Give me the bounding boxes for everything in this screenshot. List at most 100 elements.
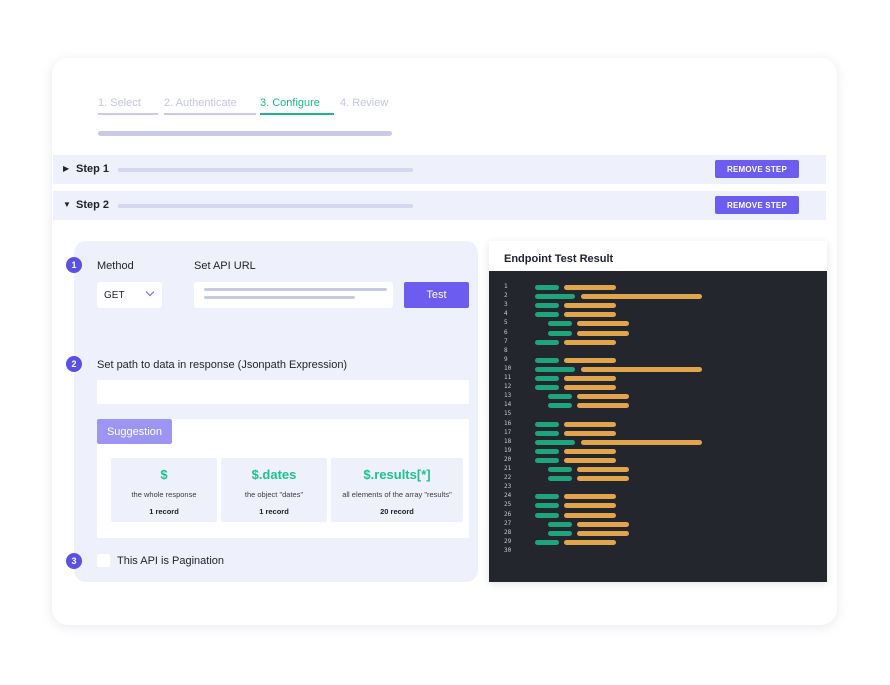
suggestion-card[interactable]: $.results[*] all elements of the array "… xyxy=(331,458,463,522)
code-line: 23 xyxy=(489,483,827,491)
code-value-placeholder xyxy=(581,366,702,372)
tab-authenticate[interactable]: 2. Authenticate xyxy=(164,97,256,115)
code-key-placeholder xyxy=(535,503,559,509)
code-key-placeholder xyxy=(548,321,572,327)
suggestion-expression: $.dates xyxy=(251,467,297,482)
api-url-input[interactable] xyxy=(194,282,393,308)
suggestion-expression: $.results[*] xyxy=(363,467,431,482)
suggestion-record-count: 20 record xyxy=(380,507,414,516)
suggestion-expression: $ xyxy=(160,467,168,482)
line-number: 19 xyxy=(504,446,512,454)
endpoint-result-title: Endpoint Test Result xyxy=(504,253,614,265)
remove-step-button[interactable]: REMOVE STEP xyxy=(715,196,799,214)
code-key-placeholder xyxy=(535,430,559,436)
code-value-placeholder xyxy=(564,285,616,290)
code-line: 4 xyxy=(489,310,827,318)
pagination-label: This API is Pagination xyxy=(117,555,225,567)
code-key-placeholder xyxy=(535,439,575,445)
jsonpath-input[interactable] xyxy=(97,380,469,404)
code-line: 8 xyxy=(489,347,827,355)
caret-down-icon: ▼ xyxy=(63,200,71,209)
step-2-header[interactable]: ▼ Step 2 REMOVE STEP xyxy=(53,191,826,220)
code-value-placeholder xyxy=(564,430,616,436)
line-number: 16 xyxy=(504,419,512,427)
line-number: 17 xyxy=(504,428,512,436)
line-number: 22 xyxy=(504,474,512,482)
code-line: 20 xyxy=(489,456,827,464)
line-number: 28 xyxy=(504,528,512,536)
line-number: 11 xyxy=(504,374,512,381)
code-value-placeholder xyxy=(581,294,702,300)
line-number: 24 xyxy=(504,492,512,500)
section-number-badge: 1 xyxy=(66,257,82,273)
line-number: 13 xyxy=(504,392,512,400)
line-number: 3 xyxy=(504,301,508,309)
test-button[interactable]: Test xyxy=(404,282,469,308)
step-title: Step 1 xyxy=(76,163,110,175)
integration-card: 1. Select 2. Authenticate 3. Configure 4… xyxy=(52,58,837,625)
code-line: 14 xyxy=(489,401,827,409)
code-value-placeholder xyxy=(564,503,616,509)
code-value-placeholder xyxy=(577,321,629,327)
step-title: Step 2 xyxy=(76,199,110,211)
code-key-placeholder xyxy=(535,357,559,363)
suggestion-description: all elements of the array "results" xyxy=(342,490,452,499)
url-placeholder-line xyxy=(204,288,387,291)
code-line: 15 xyxy=(489,410,827,418)
line-number: 5 xyxy=(504,319,508,327)
suggestion-record-count: 1 record xyxy=(149,507,179,516)
code-line: 9 xyxy=(489,355,827,364)
step-1-header[interactable]: ▶ Step 1 REMOVE STEP xyxy=(53,155,826,184)
suggestion-card[interactable]: $.dates the object "dates" 1 record xyxy=(221,458,327,522)
code-line: 12 xyxy=(489,383,827,391)
code-value-placeholder xyxy=(564,448,616,454)
line-number: 29 xyxy=(504,537,512,545)
code-value-placeholder xyxy=(577,394,629,400)
config-panel: 1 Method Set API URL GET Test 2 Set path… xyxy=(66,241,478,582)
code-value-placeholder xyxy=(564,539,616,545)
code-line: 7 xyxy=(489,338,827,346)
code-line: 25 xyxy=(489,501,827,509)
remove-step-button[interactable]: REMOVE STEP xyxy=(715,160,799,178)
code-key-placeholder xyxy=(535,339,559,345)
endpoint-result-panel: Endpoint Test Result 1 2 3 4 5 6 7 8 9 10 11 12 13 14… xyxy=(489,241,827,582)
line-number: 4 xyxy=(504,310,508,318)
code-key-placeholder xyxy=(535,494,559,500)
code-value-placeholder xyxy=(564,357,616,363)
line-number: 25 xyxy=(504,501,512,509)
pagination-checkbox[interactable] xyxy=(97,554,110,567)
code-value-placeholder xyxy=(564,421,616,427)
code-line: 22 xyxy=(489,474,827,482)
code-key-placeholder xyxy=(548,403,572,409)
line-number: 9 xyxy=(504,355,508,363)
code-value-placeholder xyxy=(564,494,616,500)
code-line: 26 xyxy=(489,511,827,519)
code-line: 24 xyxy=(489,492,827,500)
code-key-placeholder xyxy=(535,385,559,391)
code-value-placeholder xyxy=(564,312,616,318)
code-value-placeholder xyxy=(564,512,616,518)
code-key-placeholder xyxy=(535,294,575,300)
suggestion-button[interactable]: Suggestion xyxy=(97,419,172,444)
code-line: 2 xyxy=(489,292,827,300)
tab-configure[interactable]: 3. Configure xyxy=(260,97,334,115)
tab-select[interactable]: 1. Select xyxy=(98,97,158,115)
method-label: Method xyxy=(97,260,134,272)
suggestion-card[interactable]: $ the whole response 1 record xyxy=(111,458,217,522)
code-line: 3 xyxy=(489,301,827,309)
code-line: 5 xyxy=(489,319,827,327)
section-number-badge: 3 xyxy=(66,553,82,569)
code-value-placeholder xyxy=(564,457,616,463)
method-select[interactable]: GET xyxy=(97,282,162,308)
line-number: 14 xyxy=(504,401,512,409)
code-key-placeholder xyxy=(548,394,572,400)
code-value-placeholder xyxy=(577,530,629,536)
line-number: 18 xyxy=(504,437,512,445)
code-line: 16 xyxy=(489,419,827,428)
code-key-placeholder xyxy=(535,539,559,545)
code-line: 1 xyxy=(489,283,827,291)
code-line: 29 xyxy=(489,537,827,546)
code-line: 18 xyxy=(489,437,827,446)
code-viewer[interactable]: 1 2 3 4 5 6 7 8 9 10 11 12 13 14 15 16 17 18 19 20 21 22 23 24 2… xyxy=(489,271,827,582)
tab-review[interactable]: 4. Review xyxy=(340,97,388,113)
